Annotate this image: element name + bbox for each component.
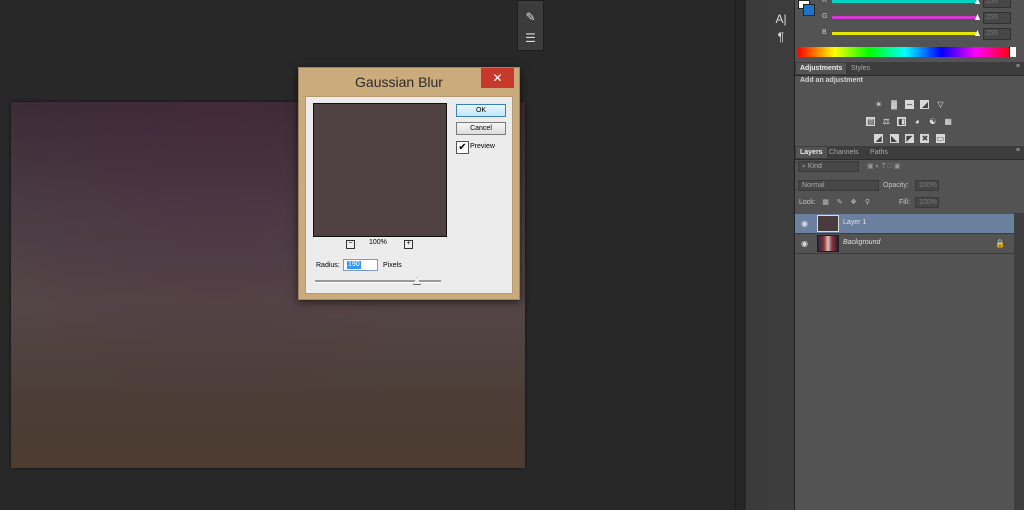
channel-slider-bar[interactable]: [832, 16, 977, 19]
color-slider-r[interactable]: R 255: [795, 0, 1024, 11]
tab-styles[interactable]: Styles: [847, 63, 874, 74]
radius-value: 190: [347, 261, 361, 269]
channel-slider-bar[interactable]: [832, 0, 977, 3]
adjustments-heading: Add an adjustment: [800, 77, 864, 84]
lock-position-icon[interactable]: ✥: [850, 199, 857, 206]
lock-icon: 🔒: [995, 239, 1005, 248]
layer-thumbnail: [817, 215, 839, 232]
layers-tabbar: Layers Channels Paths ≡: [795, 146, 1024, 160]
layers-scrollbar[interactable]: [1014, 213, 1024, 510]
layer-name[interactable]: Layer 1: [843, 219, 866, 226]
channel-label: G: [822, 13, 828, 20]
gradient-map-icon[interactable]: ▭: [935, 134, 945, 143]
dialog-title: Gaussian Blur: [355, 74, 443, 90]
color-slider-g[interactable]: G 255: [795, 12, 1024, 27]
channel-mixer-icon[interactable]: ☯: [928, 117, 937, 126]
lock-transparent-icon[interactable]: ▦: [822, 199, 829, 206]
channel-value-field[interactable]: 255: [983, 0, 1011, 8]
preview-checkbox[interactable]: ✔: [456, 141, 469, 154]
channel-label: B: [822, 29, 827, 36]
blur-preview-area[interactable]: [313, 103, 447, 237]
channel-slider-bar[interactable]: [832, 32, 977, 35]
right-panels: R 255 G 255 B 255 Adjustments Styles ≡ A…: [795, 0, 1024, 510]
channel-label: R: [822, 0, 828, 4]
filter-kind-label: Kind: [807, 163, 822, 170]
threshold-icon[interactable]: ◤: [905, 134, 914, 143]
collapsed-panel-dock: [745, 0, 769, 510]
character-icon[interactable]: A|: [768, 12, 794, 26]
zoom-in-icon[interactable]: +: [404, 240, 413, 249]
levels-icon[interactable]: ▓: [890, 100, 899, 109]
tab-channels[interactable]: Channels: [825, 147, 863, 158]
panel-menu-icon[interactable]: ≡: [1016, 147, 1020, 154]
fill-field[interactable]: 100%: [915, 197, 939, 208]
eye-icon[interactable]: ◉: [800, 239, 809, 248]
eye-icon[interactable]: ◉: [800, 219, 809, 228]
zoom-out-icon[interactable]: −: [346, 240, 355, 249]
preview-label: Preview: [470, 143, 495, 150]
radius-label: Radius:: [316, 262, 340, 269]
paragraph-icon[interactable]: ¶: [768, 30, 794, 44]
vibrance-icon[interactable]: ▽: [936, 100, 945, 109]
radius-input[interactable]: 190: [343, 259, 378, 271]
channel-value-field[interactable]: 255: [983, 12, 1011, 24]
radius-unit-label: Pixels: [383, 262, 402, 269]
layer-name[interactable]: Background: [843, 239, 880, 246]
dialog-body: − 100% + OK Cancel ✔ Preview Radius: 190…: [305, 96, 513, 294]
properties-icon[interactable]: ☰: [518, 28, 543, 48]
brightness-contrast-icon[interactable]: ☀: [874, 100, 883, 109]
invert-icon[interactable]: ◢: [874, 134, 884, 143]
filter-icons[interactable]: ▣ ◐ T □ ▣: [867, 162, 901, 170]
color-slider-b[interactable]: B 255: [795, 28, 1024, 43]
adjustments-tabbar: Adjustments Styles ≡: [795, 62, 1024, 76]
close-icon[interactable]: ✕: [481, 68, 514, 88]
layer-row-layer-1[interactable]: ◉ Layer 1: [795, 214, 1014, 234]
ok-button[interactable]: OK: [456, 104, 506, 117]
brush-icon[interactable]: ✎: [518, 7, 543, 27]
color-spectrum-bar[interactable]: [798, 47, 1016, 57]
color-balance-icon[interactable]: ⚖: [882, 117, 891, 126]
gaussian-blur-dialog: Gaussian Blur ✕ − 100% + OK Cancel ✔ Pre…: [298, 67, 520, 300]
color-lookup-icon[interactable]: ▦: [944, 117, 953, 126]
radius-slider-track[interactable]: [315, 280, 441, 283]
zoom-level: 100%: [369, 239, 387, 246]
photo-filter-icon[interactable]: ◕: [913, 117, 922, 126]
opacity-label: Opacity:: [883, 182, 909, 189]
adjustment-icons-row-3: ◢ ◣ ◤ ✖ ▭: [795, 128, 1024, 146]
tab-layers[interactable]: Layers: [796, 147, 827, 158]
black-white-icon[interactable]: ◧: [897, 117, 907, 126]
lock-image-icon[interactable]: ✎: [836, 199, 843, 206]
tab-adjustments[interactable]: Adjustments: [796, 63, 847, 74]
tab-paths[interactable]: Paths: [866, 147, 892, 158]
layer-row-background[interactable]: ◉ Background 🔒: [795, 234, 1014, 254]
adjustment-icons-row-2: ▤ ⚖ ◧ ◕ ☯ ▦: [795, 111, 1024, 129]
layer-filter-select[interactable]: ⌕ Kind: [798, 161, 859, 172]
panel-menu-icon[interactable]: ≡: [1016, 63, 1020, 70]
blend-mode-select[interactable]: Normal: [798, 180, 879, 191]
channel-value-field[interactable]: 255: [983, 28, 1011, 40]
exposure-icon[interactable]: ◢: [920, 100, 930, 109]
curves-icon[interactable]: ∽: [905, 100, 914, 109]
mini-tool-panel: ✎ ☰: [517, 0, 544, 51]
opacity-field[interactable]: 100%: [915, 180, 939, 191]
lock-label: Lock:: [799, 199, 816, 206]
lock-all-icon[interactable]: ⚲: [864, 199, 871, 206]
hue-saturation-icon[interactable]: ▤: [866, 117, 876, 126]
panel-icon-dock: A| ¶: [768, 0, 795, 510]
fill-label: Fill:: [899, 199, 910, 206]
layer-thumbnail: [817, 235, 839, 252]
posterize-icon[interactable]: ◣: [889, 134, 899, 143]
selective-color-icon[interactable]: ✖: [920, 134, 930, 143]
adjustment-icons-row-1: ☀ ▓ ∽ ◢ ▽: [795, 94, 1024, 112]
cancel-button[interactable]: Cancel: [456, 122, 506, 135]
